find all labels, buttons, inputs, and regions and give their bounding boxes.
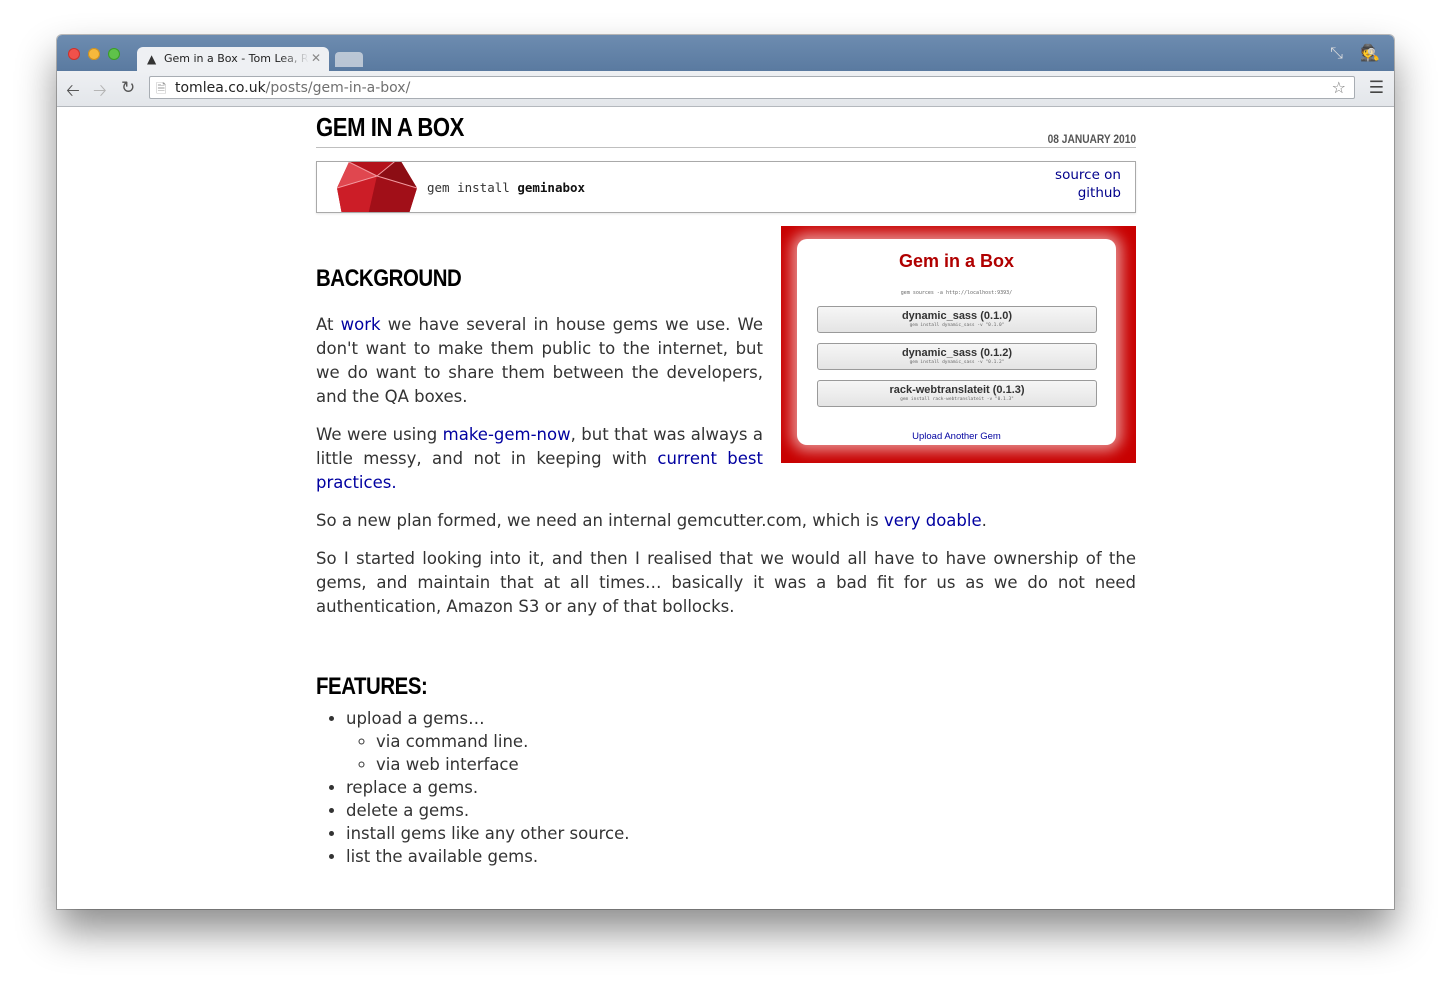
minimize-window-button[interactable] <box>88 48 100 60</box>
browser-window: ▲ Gem in a Box - Tom Lea, Rails Develope… <box>57 35 1394 909</box>
zoom-window-button[interactable] <box>108 48 120 60</box>
page-content: GEM IN A BOX 08 JANUARY 2010 gem install… <box>57 107 1394 909</box>
geminabox-screenshot: Gem in a Box gem sources -a http://local… <box>781 226 1136 463</box>
post-date: 08 JANUARY 2010 <box>1047 132 1136 146</box>
url-text: tomlea.co.uk/posts/gem-in-a-box/ <box>175 80 411 96</box>
page-icon: 🗎 <box>156 82 167 97</box>
article: GEM IN A BOX 08 JANUARY 2010 gem install… <box>316 107 1136 866</box>
install-command: gem install geminabox <box>427 180 586 195</box>
list-item: list the available gems. <box>346 845 630 868</box>
paragraph: We were using make-gem-now, but that was… <box>316 425 763 492</box>
list-item: delete a gems. <box>346 799 630 822</box>
tab-title: Gem in a Box - Tom Lea, Rails Developer <box>164 52 309 65</box>
list-item: install gems like any other source. <box>346 822 630 845</box>
make-gem-now-link[interactable]: make-gem-now <box>443 425 571 444</box>
fullscreen-icon[interactable]: ⤡ <box>1330 43 1343 62</box>
paragraph: So I started looking into it, and then I… <box>316 549 1136 616</box>
back-arrow-icon[interactable]: 🡠 <box>66 78 80 107</box>
work-link[interactable]: work <box>341 315 381 334</box>
incognito-icon: 🕵 <box>1360 43 1380 62</box>
gem-button: dynamic_sass (0.1.2) gem install dynamic… <box>817 343 1097 370</box>
tab-strip: ▲ Gem in a Box - Tom Lea, Rails Develope… <box>57 35 1394 71</box>
browser-toolbar: 🡠 🡢 ↻ 🗎 tomlea.co.uk/posts/gem-in-a-box/… <box>57 71 1394 107</box>
list-item: replace a gems. <box>346 776 630 799</box>
list-item: via web interface <box>376 753 630 776</box>
post-header: GEM IN A BOX 08 JANUARY 2010 <box>316 107 1136 148</box>
menu-icon[interactable]: ☰ <box>1369 78 1384 98</box>
tab-active[interactable]: ▲ Gem in a Box - Tom Lea, Rails Develope… <box>137 47 329 71</box>
favicon-icon: ▲ <box>147 52 157 66</box>
reload-icon[interactable]: ↻ <box>121 78 135 98</box>
forward-arrow-icon[interactable]: 🡢 <box>93 78 107 107</box>
screenshot-title: Gem in a Box <box>898 251 1015 271</box>
bookmark-star-icon[interactable]: ☆ <box>1332 78 1346 97</box>
gem-button: rack-webtranslateit (0.1.3) gem install … <box>817 380 1097 407</box>
very-doable-link[interactable]: very doable <box>884 511 982 530</box>
new-tab-button[interactable] <box>335 52 363 67</box>
source-on-github-link[interactable]: source on github <box>1051 166 1121 202</box>
screenshot-sources-command: gem sources -a http://localhost:9393/ <box>900 290 1013 296</box>
screenshot-upload-link: Upload Another Gem <box>912 431 1001 442</box>
tab-close-icon[interactable]: ✕ <box>311 51 321 65</box>
install-box: gem install geminabox source on github <box>316 161 1136 213</box>
background-heading: BACKGROUND <box>316 265 462 292</box>
gem-button: dynamic_sass (0.1.0) gem install dynamic… <box>817 306 1097 333</box>
paragraph: At work we have several in house gems we… <box>316 315 764 406</box>
paragraph: So a new plan formed, we need an interna… <box>316 511 987 530</box>
features-heading: FEATURES: <box>316 673 428 700</box>
list-item: via command line. <box>376 730 630 753</box>
address-bar[interactable]: 🗎 tomlea.co.uk/posts/gem-in-a-box/ ☆ <box>149 76 1355 99</box>
list-item: upload a gems… via command line. via web… <box>346 707 630 776</box>
close-window-button[interactable] <box>68 48 80 60</box>
features-list: upload a gems… via command line. via web… <box>316 707 630 868</box>
post-title: GEM IN A BOX <box>316 112 464 142</box>
ruby-logo-icon <box>337 162 417 212</box>
